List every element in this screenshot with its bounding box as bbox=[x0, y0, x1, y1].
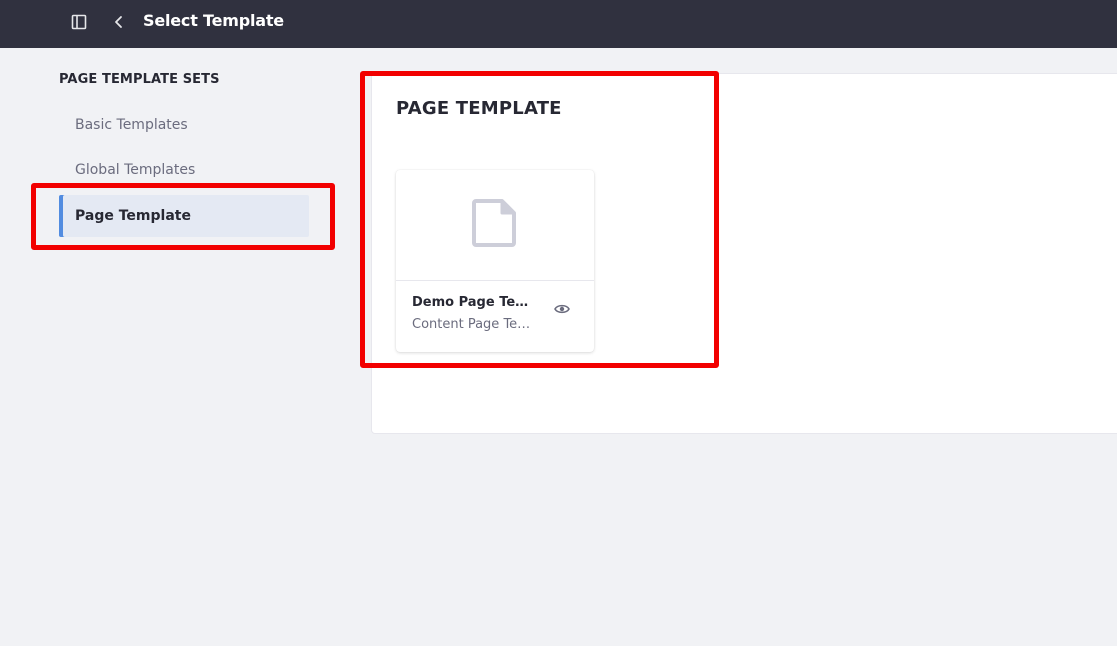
sidebar-item-label: Page Template bbox=[75, 208, 191, 224]
eye-icon[interactable] bbox=[552, 301, 572, 317]
sidebar-heading: PAGE TEMPLATE SETS bbox=[59, 72, 220, 87]
card-subtitle: Content Page Template bbox=[412, 317, 536, 332]
sidebar-item-label: Global Templates bbox=[75, 162, 196, 178]
card-title: Demo Page Template bbox=[412, 295, 536, 310]
chevron-left-icon[interactable] bbox=[110, 13, 128, 31]
template-card[interactable]: Demo Page Template Content Page Template bbox=[396, 170, 594, 352]
sidebar-panel-icon[interactable] bbox=[70, 13, 88, 31]
top-header-bar: Select Template bbox=[0, 0, 1117, 48]
card-preview bbox=[396, 170, 594, 281]
page-title: Select Template bbox=[143, 11, 284, 30]
sidebar-item-label: Basic Templates bbox=[75, 117, 188, 133]
sidebar-item-page-template[interactable]: Page Template bbox=[59, 195, 309, 237]
sidebar-item-global-templates[interactable]: Global Templates bbox=[59, 149, 309, 191]
section-title: PAGE TEMPLATE bbox=[396, 98, 562, 119]
sidebar-item-basic-templates[interactable]: Basic Templates bbox=[59, 104, 309, 146]
page-document-icon bbox=[472, 199, 518, 251]
